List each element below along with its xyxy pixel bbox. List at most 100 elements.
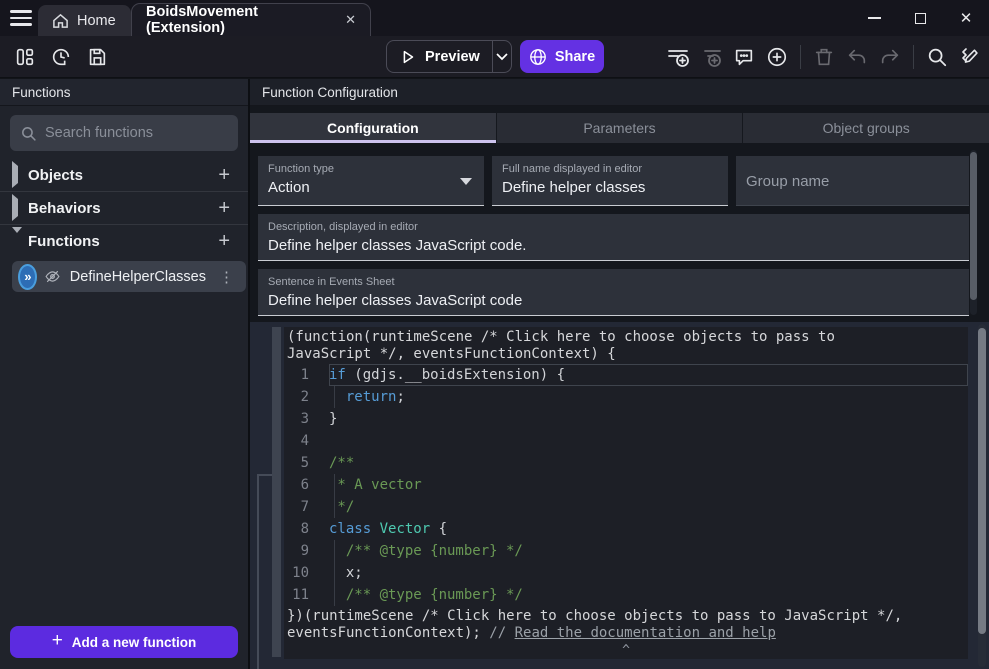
description-field[interactable]: Description, displayed in editor Define … <box>258 214 969 261</box>
group-name-field[interactable] <box>736 156 969 206</box>
toolbar: Preview Share <box>0 36 989 78</box>
code-line-8[interactable]: 8class Vector { <box>284 518 968 540</box>
delete-icon[interactable] <box>811 44 837 70</box>
sentence-field[interactable]: Sentence in Events Sheet Define helper c… <box>258 269 969 316</box>
add-event-icon[interactable] <box>665 44 691 70</box>
event-bracket <box>257 474 259 669</box>
events-scrollbar[interactable] <box>978 324 986 667</box>
chevron-down-icon <box>12 233 28 251</box>
events-scrollbar-thumb[interactable] <box>978 328 986 634</box>
tab-object-groups-label: Object groups <box>823 120 910 136</box>
tab-project[interactable]: BoidsMovement (Extension) ✕ <box>131 3 371 36</box>
line-number: 6 <box>284 474 329 496</box>
main-header: Function Configuration <box>250 79 989 106</box>
search-icon <box>20 125 37 142</box>
tab-parameters[interactable]: Parameters <box>497 113 744 143</box>
history-icon[interactable] <box>48 44 74 70</box>
group-name-input[interactable] <box>746 173 959 190</box>
description-label: Description, displayed in editor <box>268 221 959 233</box>
choose-event-icon[interactable] <box>764 44 790 70</box>
minimize-icon <box>868 17 881 19</box>
line-content: /** @type {number} */ <box>329 584 968 606</box>
line-content: if (gdjs.__boidsExtension) { <box>329 364 968 386</box>
sidebar-item-functions[interactable]: Functions + <box>0 225 248 258</box>
full-name-label: Full name displayed in editor <box>502 163 718 175</box>
configuration-tabs: Configuration Parameters Object groups <box>250 113 989 143</box>
code-lines[interactable]: 1if (gdjs.__boidsExtension) {2 return;3}… <box>284 363 968 606</box>
add-behavior-button[interactable]: + <box>218 197 236 220</box>
main-menu-icon[interactable] <box>10 10 34 27</box>
code-line-10[interactable]: 10 x; <box>284 562 968 584</box>
chevron-right-icon <box>12 166 28 184</box>
add-function-tree-button[interactable]: + <box>218 230 236 253</box>
undo-icon[interactable] <box>844 44 870 70</box>
code-line-5[interactable]: 5/** <box>284 452 968 474</box>
add-object-button[interactable]: + <box>218 164 236 187</box>
code-header-line1: (function(runtimeScene /* Click here to … <box>287 329 835 345</box>
edit-extension-icon[interactable] <box>957 44 983 70</box>
tab-configuration[interactable]: Configuration <box>250 113 497 143</box>
code-line-7[interactable]: 7 */ <box>284 496 968 518</box>
code-line-4[interactable]: 4 <box>284 430 968 452</box>
line-content: /** <box>329 452 968 474</box>
tab-object-groups[interactable]: Object groups <box>743 113 989 143</box>
tab-close-icon[interactable]: ✕ <box>335 12 356 28</box>
sidebar-item-behaviors[interactable]: Behaviors + <box>0 192 248 225</box>
add-subevent-icon[interactable] <box>698 44 724 70</box>
code-line-11[interactable]: 11 /** @type {number} */ <box>284 584 968 606</box>
line-number: 8 <box>284 518 329 540</box>
expand-caret-icon[interactable]: ^ <box>284 644 968 658</box>
maximize-icon <box>915 13 926 24</box>
globe-icon <box>529 48 547 66</box>
events-sheet: (function(runtimeScene /* Click here to … <box>250 322 989 669</box>
code-line-9[interactable]: 9 /** @type {number} */ <box>284 540 968 562</box>
code-line-2[interactable]: 2 return; <box>284 386 968 408</box>
share-label: Share <box>555 49 595 65</box>
code-line-6[interactable]: 6 * A vector <box>284 474 968 496</box>
search-icon[interactable] <box>924 44 950 70</box>
window-minimize-button[interactable] <box>851 0 897 36</box>
window-close-button[interactable]: ✕ <box>943 0 989 36</box>
redo-icon[interactable] <box>877 44 903 70</box>
search-functions-box[interactable] <box>10 115 238 151</box>
preview-button[interactable]: Preview <box>386 40 512 73</box>
functions-label: Functions <box>28 233 218 250</box>
code-footer[interactable]: })(runtimeScene /* Click here to choose … <box>284 606 968 642</box>
function-item-definehelperclasses[interactable]: » DefineHelperClasses ⋮ <box>12 261 246 292</box>
function-type-select[interactable]: Function type Action <box>258 156 484 206</box>
line-number: 7 <box>284 496 329 518</box>
objects-label: Objects <box>28 167 218 184</box>
line-content: class Vector { <box>329 518 968 540</box>
full-name-field[interactable]: Full name displayed in editor Define hel… <box>492 156 728 206</box>
line-number: 1 <box>284 364 329 386</box>
more-options-icon[interactable]: ⋮ <box>215 268 238 286</box>
project-manager-icon[interactable] <box>12 44 38 70</box>
function-type-value: Action <box>268 179 474 196</box>
description-value: Define helper classes JavaScript code. <box>268 237 959 254</box>
sidebar-item-objects[interactable]: Objects + <box>0 159 248 192</box>
tab-home[interactable]: Home <box>38 5 131 36</box>
event-drag-handle[interactable] <box>272 327 281 657</box>
code-header[interactable]: (function(runtimeScene /* Click here to … <box>284 327 968 363</box>
add-new-function-button[interactable]: + Add a new function <box>10 626 238 658</box>
js-code-editor[interactable]: (function(runtimeScene /* Click here to … <box>284 327 968 659</box>
titlebar: Home BoidsMovement (Extension) ✕ ✕ <box>0 0 989 36</box>
tab-home-label: Home <box>77 13 116 29</box>
code-line-3[interactable]: 3} <box>284 408 968 430</box>
documentation-link[interactable]: Read the documentation and help <box>515 625 776 641</box>
add-comment-icon[interactable] <box>731 44 757 70</box>
code-line-1[interactable]: 1if (gdjs.__boidsExtension) { <box>284 364 968 386</box>
configuration-form: Function type Action Full name displayed… <box>250 143 989 322</box>
window-maximize-button[interactable] <box>897 0 943 36</box>
chevron-right-icon <box>12 199 28 217</box>
search-functions-input[interactable] <box>45 125 228 141</box>
line-content: return; <box>329 386 968 408</box>
indent-guide <box>334 474 335 496</box>
form-scrollbar-thumb[interactable] <box>970 152 977 300</box>
form-scrollbar[interactable] <box>970 150 977 315</box>
save-icon[interactable] <box>84 44 110 70</box>
line-number: 5 <box>284 452 329 474</box>
line-number: 10 <box>284 562 329 584</box>
share-button[interactable]: Share <box>520 40 604 73</box>
preview-dropdown-button[interactable] <box>492 41 511 72</box>
